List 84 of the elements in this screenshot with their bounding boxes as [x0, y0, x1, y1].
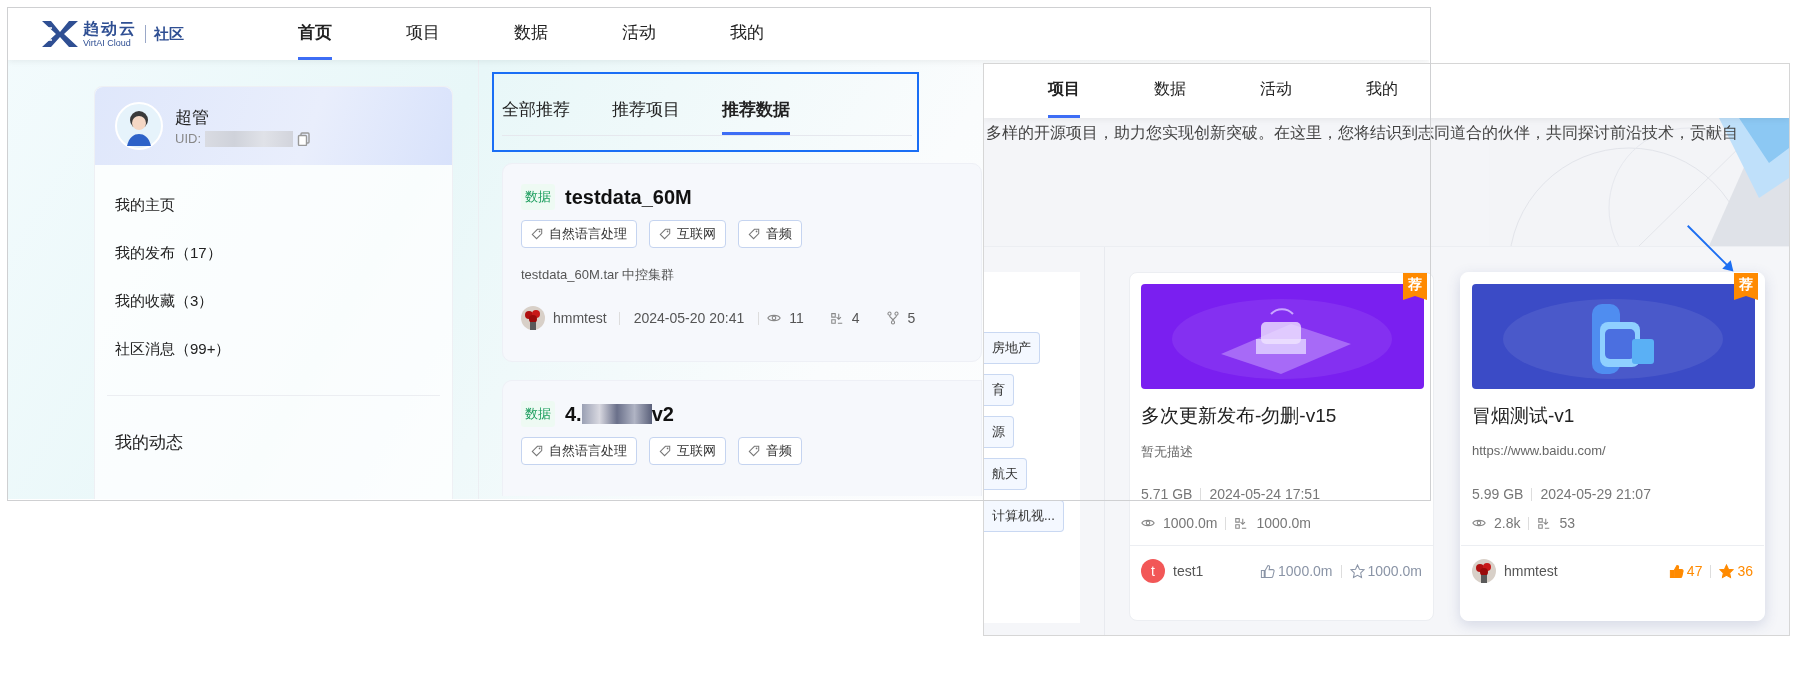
tag-icon	[531, 228, 543, 240]
tag-icon	[748, 228, 760, 240]
topic-tag[interactable]: 音频	[738, 437, 802, 465]
download-icon	[1537, 516, 1552, 530]
annotation-arrow	[1686, 224, 1734, 272]
thumbs-up-icon	[1260, 563, 1276, 579]
user-avatar: t	[1141, 559, 1165, 583]
view-count: 1000.0m	[1163, 515, 1218, 531]
project-description: https://www.baidu.com/	[1472, 443, 1607, 460]
file-size: 5.71 GB	[1141, 486, 1193, 502]
topic-tag[interactable]: 互联网	[649, 437, 726, 465]
download-icon	[1234, 516, 1249, 530]
tab[interactable]: 推荐项目	[612, 98, 680, 135]
nav-tab[interactable]: 我的	[730, 8, 764, 60]
filter-tag[interactable]: 房地产	[984, 332, 1040, 364]
nav-tab[interactable]: 首页	[298, 8, 332, 60]
type-tag: 数据	[521, 184, 555, 210]
logo-subtitle: VirtAI Cloud	[83, 38, 132, 48]
author-name[interactable]: hmmtest	[553, 310, 607, 326]
tab[interactable]: 推荐数据	[722, 98, 790, 135]
recommended-badge: 荐	[1734, 273, 1758, 300]
project-title[interactable]: 多次更新发布-勿删-v15	[1141, 403, 1422, 429]
topic-tag[interactable]: 自然语言处理	[521, 220, 637, 248]
fork-icon	[885, 311, 900, 325]
nav-tab[interactable]: 项目	[406, 8, 440, 60]
topic-tag[interactable]: 互联网	[649, 220, 726, 248]
sidebar-item[interactable]: 社区消息（99+）	[115, 325, 452, 373]
author-name[interactable]: test1	[1173, 563, 1204, 579]
section-title: 社区	[154, 24, 184, 44]
project-title[interactable]: 冒烟测试-v1	[1472, 403, 1753, 429]
topic-tag[interactable]: 自然语言处理	[521, 437, 637, 465]
tag-icon	[659, 228, 671, 240]
fork-count: 5	[907, 310, 916, 326]
nav-tab[interactable]: 活动	[622, 8, 656, 60]
publish-date: 2024-05-20 20:41	[633, 310, 745, 326]
nav-tab[interactable]: 数据	[514, 8, 548, 60]
filter-tag[interactable]: 计算机视...	[984, 500, 1064, 532]
author-name[interactable]: hmmtest	[1504, 563, 1558, 579]
filter-tag[interactable]: 源	[984, 416, 1014, 448]
dataset-card[interactable]: 数据 4. v2 自然语言处理 互联网 音频	[502, 380, 982, 496]
download-icon	[829, 311, 844, 325]
nav-tab[interactable]: 我的	[1366, 64, 1398, 118]
tag-icon	[659, 445, 671, 457]
recommended-badge: 荐	[1403, 273, 1427, 300]
avatar-icon	[115, 102, 163, 150]
logo-name: 趋动云	[83, 20, 137, 37]
topic-tag[interactable]: 音频	[738, 220, 802, 248]
uid-label: UID:	[175, 131, 201, 146]
dataset-card[interactable]: 数据 testdata_60M 自然语言处理 互联网 音频 testdata_60M.tar 中控集群 hmmtest 2024-05-20 20:41 11 4 5	[502, 163, 982, 362]
dataset-title[interactable]: testdata_60M	[565, 185, 692, 209]
download-count: 4	[851, 310, 860, 326]
dataset-description: testdata_60M.tar 中控集群	[521, 266, 676, 284]
project-card[interactable]: 荐 冒烟测试-v1 https://www.baidu.com/ 5.99 GB 2024-05-29 21:07 2.8k 53 hmmtest 47 36	[1460, 272, 1765, 621]
update-date: 2024-05-24 17:51	[1209, 486, 1320, 502]
filter-tag[interactable]: 育	[984, 374, 1014, 406]
nav-tab[interactable]: 数据	[1154, 64, 1186, 118]
star-icon	[1719, 563, 1735, 579]
view-count: 2.8k	[1494, 515, 1521, 531]
logo-icon	[40, 19, 80, 49]
sidebar-item[interactable]: 我的主页	[115, 181, 452, 229]
banner-text: 多样的开源项目，助力您实现创新突破。在这里，您将结识到志同道合的伙伴，共同探讨前沿技术，贡献自	[985, 123, 1739, 143]
download-count: 1000.0m	[1256, 515, 1311, 531]
view-count: 11	[789, 310, 804, 326]
tag-icon	[748, 445, 760, 457]
section-heading: 我的动态	[115, 432, 184, 454]
copy-icon[interactable]	[297, 131, 311, 146]
update-date: 2024-05-29 21:07	[1540, 486, 1651, 502]
thumbs-up-icon	[1668, 563, 1684, 579]
tab[interactable]: 全部推荐	[502, 98, 570, 135]
dataset-title[interactable]: 4.	[565, 402, 582, 426]
type-tag: 数据	[521, 401, 555, 427]
file-size: 5.99 GB	[1472, 486, 1524, 502]
sidebar-item[interactable]: 我的收藏（3）	[115, 277, 452, 325]
project-description: 暂无描述	[1141, 443, 1194, 461]
star-icon	[1349, 563, 1365, 579]
tag-icon	[531, 445, 543, 457]
filter-tag[interactable]: 航天	[984, 458, 1027, 490]
redacted-text	[581, 404, 652, 424]
sidebar-item[interactable]: 我的发布（17）	[115, 229, 452, 277]
nav-tab[interactable]: 活动	[1260, 64, 1292, 118]
dataset-title[interactable]: v2	[651, 402, 674, 426]
download-count: 53	[1559, 515, 1576, 531]
project-card[interactable]: 荐 多次更新发布-勿删-v15 暂无描述 5.71 GB 2024-05-24 17:51 1000.0m 1000.0m t test1 1000.0m 1000.0m	[1129, 272, 1434, 621]
user-name: 超管	[175, 106, 210, 129]
